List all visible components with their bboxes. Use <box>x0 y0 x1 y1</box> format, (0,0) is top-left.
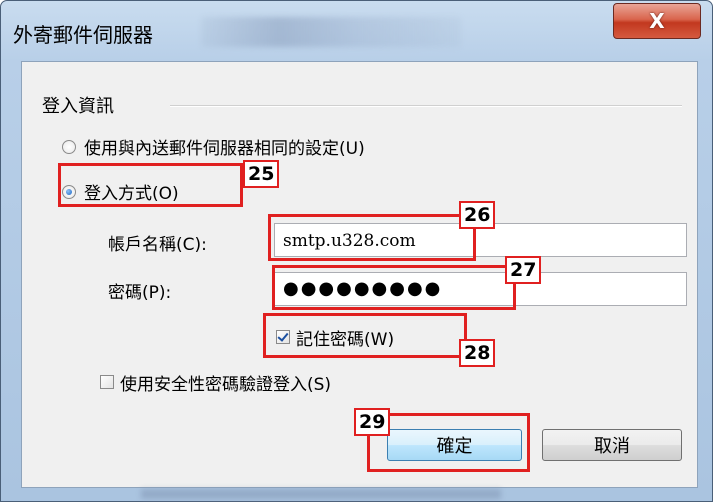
radio-same-as-incoming[interactable] <box>62 140 76 154</box>
annotation-badge-28: 28 <box>459 339 496 367</box>
group-label-login-info: 登入資訊 <box>42 96 114 117</box>
annotation-box-29 <box>367 413 530 472</box>
account-name-label: 帳戶名稱(C): <box>108 235 207 255</box>
annotation-box-27 <box>272 265 516 310</box>
window-title: 外寄郵件伺服器 <box>13 23 153 47</box>
annotation-box-26 <box>268 214 476 261</box>
group-divider <box>170 105 682 107</box>
annotation-badge-26: 26 <box>459 201 496 229</box>
radio-same-as-incoming-label[interactable]: 使用與內送郵件伺服器相同的設定(U) <box>84 134 365 159</box>
blurred-bottom-area <box>141 489 501 499</box>
annotation-box-28 <box>263 313 467 358</box>
close-button[interactable]: X <box>613 3 701 39</box>
annotation-badge-25: 25 <box>243 160 280 188</box>
blurred-title-area <box>201 17 461 47</box>
cancel-button-label: 取消 <box>594 436 630 457</box>
annotation-badge-29: 29 <box>354 408 391 436</box>
password-label: 密碼(P): <box>108 283 172 303</box>
spa-label[interactable]: 使用安全性密碼驗證登入(S) <box>120 370 331 395</box>
cancel-button[interactable]: 取消 <box>542 429 682 461</box>
annotation-badge-27: 27 <box>505 256 542 284</box>
close-icon: X <box>649 9 665 33</box>
title-bar[interactable]: 外寄郵件伺服器 X <box>1 1 712 61</box>
annotation-box-25 <box>58 163 243 207</box>
spa-checkbox[interactable] <box>100 375 114 389</box>
